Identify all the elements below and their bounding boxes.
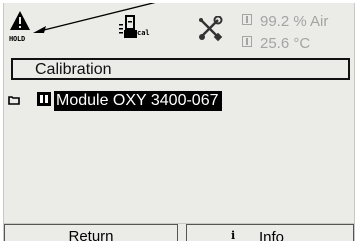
oxygen-value: 99.2 % Air <box>260 13 329 30</box>
info-label: Info <box>259 229 285 241</box>
return-label: Return <box>68 228 114 241</box>
hold-label: HOLD <box>9 35 26 43</box>
calibration-sub-label: cal <box>137 29 150 37</box>
info-icon: i <box>231 229 236 241</box>
warning-triangle-icon <box>10 11 30 30</box>
module-slot-icon <box>37 92 51 106</box>
info-softkey[interactable]: i Info <box>186 224 354 241</box>
status-bar: HOLD cal 99.2 % Air 25.6 °C <box>4 3 354 53</box>
sensor-channel-icon <box>242 36 252 47</box>
menu-title-bar: Calibration <box>11 58 350 80</box>
menu-title: Calibration <box>35 61 112 78</box>
folder-icon <box>8 96 20 105</box>
oxygen-reading: 99.2 % Air <box>242 13 328 30</box>
temperature-reading: 25.6 °C <box>242 35 310 52</box>
device-display: HOLD cal 99.2 % Air 25.6 °C Calibration <box>3 3 355 241</box>
return-softkey[interactable]: Return <box>4 224 178 241</box>
wrench-screwdriver-icon <box>199 16 223 42</box>
sensor-channel-icon <box>242 14 252 25</box>
sensor-calibration-icon <box>119 15 137 38</box>
temperature-value: 25.6 °C <box>260 35 311 52</box>
module-label: Module OXY 3400-067 <box>54 91 223 111</box>
softkey-bar: Return i Info <box>4 223 354 241</box>
hold-indicator: HOLD <box>9 10 35 44</box>
